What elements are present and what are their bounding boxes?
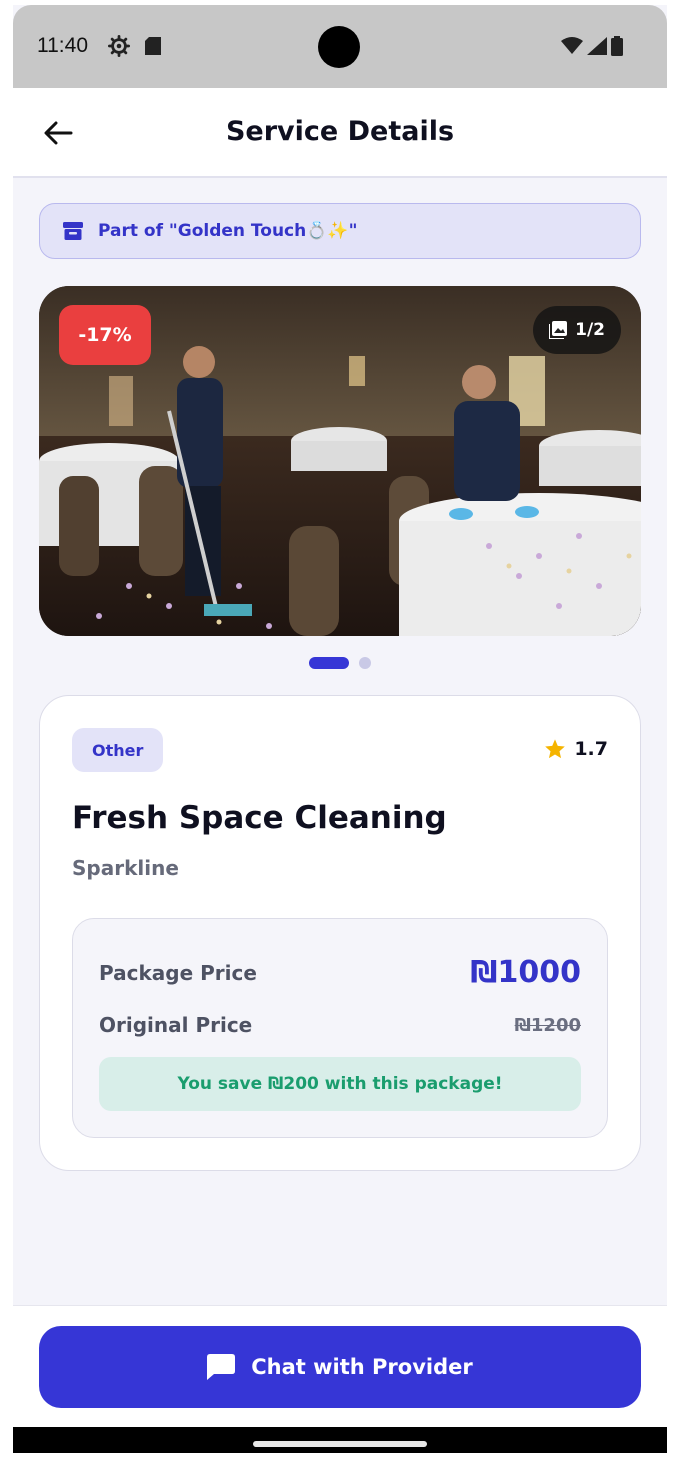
star-icon [545, 739, 566, 759]
chat-bubble-icon [207, 1354, 236, 1380]
service-title: Fresh Space Cleaning [72, 800, 447, 836]
discount-badge: -17% [59, 305, 151, 365]
bottom-action-bar: Chat with Provider [13, 1305, 667, 1427]
package-banner-text: Part of "Golden Touch💍✨" [98, 221, 358, 241]
image-counter-text: 1/2 [575, 320, 605, 340]
package-price-value: ₪1000 [470, 955, 581, 990]
system-nav-bar [13, 1427, 667, 1453]
signal-icon [587, 37, 607, 55]
status-bar: 11:40 [13, 5, 667, 88]
archive-box-icon [63, 222, 83, 240]
pagination-dot[interactable] [359, 657, 371, 669]
chat-button-label: Chat with Provider [251, 1355, 473, 1379]
category-chip: Other [72, 728, 164, 772]
page-title: Service Details [225, 116, 455, 147]
app-header: Service Details [13, 88, 667, 178]
package-banner[interactable]: Part of "Golden Touch💍✨" [39, 203, 641, 259]
pagination-dot-active[interactable] [309, 657, 349, 669]
settings-status-icon [108, 35, 130, 57]
original-price-row: Original Price ₪1200 [99, 1013, 581, 1037]
savings-note: You save ₪200 with this package! [99, 1057, 581, 1111]
original-price-value: ₪1200 [514, 1014, 581, 1036]
original-price-label: Original Price [99, 1013, 253, 1037]
gallery-icon [549, 321, 568, 339]
sd-card-icon [145, 37, 161, 55]
home-indicator[interactable] [253, 1441, 427, 1447]
status-indicators [561, 36, 623, 56]
service-info-card: Other 1.7 Fresh Space Cleaning Sparkline… [39, 695, 641, 1171]
price-box: Package Price ₪1000 Original Price ₪1200… [72, 918, 608, 1138]
status-time: 11:40 [37, 34, 88, 57]
service-image-carousel[interactable]: -17% 1/2 [39, 286, 641, 636]
camera-cutout [318, 26, 360, 68]
rating: 1.7 [544, 738, 608, 760]
device-screen: 11:40 Service Details Part of "Golden To… [13, 5, 667, 1453]
wifi-icon [561, 37, 583, 54]
chat-with-provider-button[interactable]: Chat with Provider [39, 1326, 641, 1408]
image-counter: 1/2 [533, 306, 621, 354]
rating-value: 1.7 [574, 738, 608, 760]
package-price-row: Package Price ₪1000 [99, 955, 581, 990]
battery-icon [611, 36, 623, 56]
package-price-label: Package Price [99, 960, 257, 985]
carousel-pagination [13, 657, 667, 669]
provider-name[interactable]: Sparkline [72, 856, 179, 880]
